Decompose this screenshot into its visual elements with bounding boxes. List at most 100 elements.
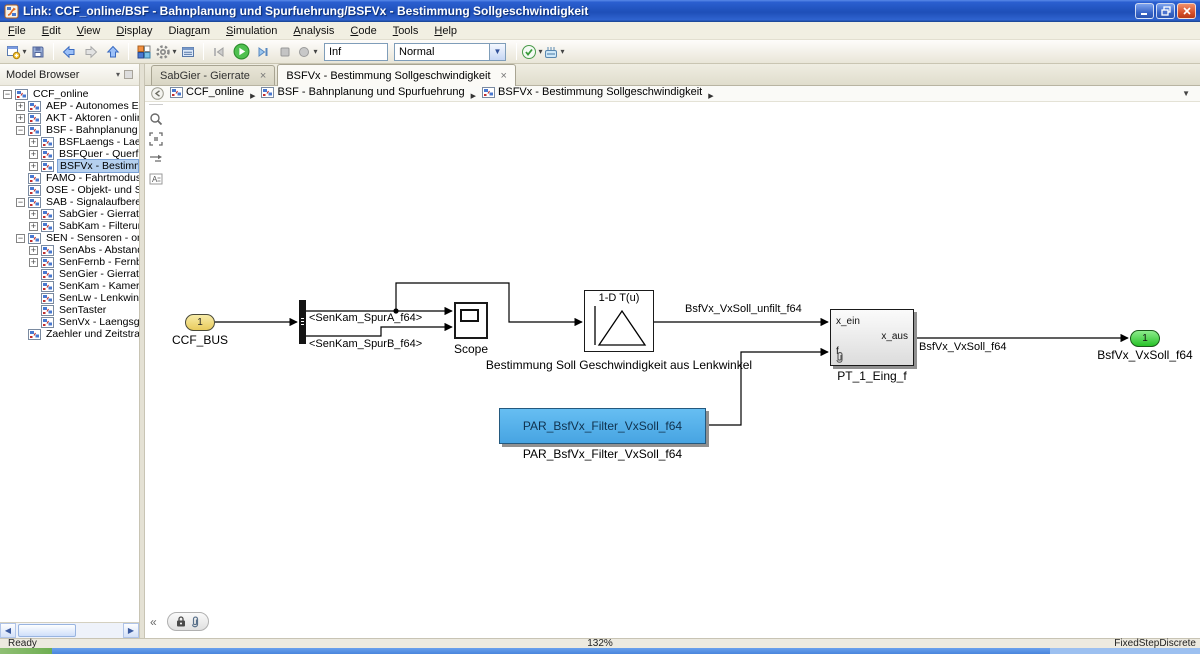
update-diagram-dropdown-icon[interactable]: ▾ [538,47,542,56]
simulation-mode-dropdown-icon[interactable]: ▾ [313,47,317,56]
collapse-bar-icon[interactable]: « [150,615,157,629]
minimize-button[interactable] [1135,3,1154,19]
run-button[interactable] [230,42,252,62]
tree-item[interactable]: +AKT - Aktoren - online [0,112,139,124]
browser-collapse-icon[interactable] [124,70,133,79]
pt1-subsystem-block[interactable]: x_ein f x_aus [830,309,914,366]
tree-item[interactable]: +BSFLaengs - Laengsfu [0,136,139,148]
breadcrumb-item[interactable]: BSFVx - Bestimmung Sollgeschwindigkeit [482,86,702,98]
diagram-canvas[interactable]: A [145,102,1200,638]
tab-close-icon[interactable]: × [260,71,266,81]
settings-gear-button[interactable]: ▾ [155,42,177,62]
bus-selector-block[interactable] [299,300,306,344]
expand-toggle[interactable]: + [16,114,25,123]
inport-block[interactable]: 1 [185,314,215,331]
scroll-left-icon[interactable]: ◀ [0,623,16,638]
menu-item-code[interactable]: Code [342,23,384,39]
browser-menu-icon[interactable]: ▾ [116,70,120,79]
link-paperclip-icon[interactable] [189,616,200,628]
menu-item-tools[interactable]: Tools [385,23,427,39]
simulation-mode-select[interactable]: Normal ▼ [394,43,506,61]
scroll-right-icon[interactable]: ▶ [123,623,139,638]
breadcrumb-item[interactable]: BSF - Bahnplanung und Spurfuehrung [261,86,464,98]
menu-item-analysis[interactable]: Analysis [285,23,342,39]
menu-item-help[interactable]: Help [426,23,465,39]
tab-active[interactable]: BSFVx - Bestimmung Sollgeschwindigkeit× [277,64,516,86]
menu-item-edit[interactable]: Edit [34,23,69,39]
collapse-toggle[interactable]: − [3,90,12,99]
tree-item[interactable]: +SabKam - Filterung Sp [0,220,139,232]
menu-item-diagram[interactable]: Diagram [160,23,218,39]
collapse-toggle[interactable]: − [16,234,25,243]
tree-item[interactable]: SenVx - Laengsgesch [0,316,139,328]
hardware-board-button[interactable]: ▾ [543,42,565,62]
expand-toggle[interactable]: + [29,162,38,171]
menu-item-view[interactable]: View [69,23,109,39]
hardware-dropdown-icon[interactable]: ▾ [560,47,564,56]
tree-item[interactable]: Zaehler und Zeitstrahl [0,328,139,340]
tree-item[interactable]: SenKam - Kamera [0,280,139,292]
tree-item[interactable]: +SabGier - Gierrate [0,208,139,220]
tree-item[interactable]: −SEN - Sensoren - online [0,232,139,244]
tree-item[interactable]: +SenAbs - Abstandsse [0,244,139,256]
zoom-tool-icon[interactable] [145,109,167,129]
tree-item[interactable]: −BSF - Bahnplanung und Sp [0,124,139,136]
breadcrumb-item[interactable]: CCF_online [170,86,244,98]
expand-toggle[interactable]: + [29,222,38,231]
expand-toggle[interactable]: + [29,258,38,267]
tab-inactive[interactable]: SabGier - Gierrate× [151,65,275,85]
tree-item[interactable]: −SAB - Signalaufbereitung [0,196,139,208]
breadcrumb-end-caret-icon[interactable]: ▼ [1182,89,1190,98]
parameter-constant-block[interactable]: PAR_BsfVx_Filter_VxSoll_f64 [499,408,706,444]
outport-block[interactable]: 1 [1130,330,1160,347]
back-button[interactable] [58,42,80,62]
simulation-mode-button[interactable]: ▾ [296,42,318,62]
close-button[interactable] [1177,3,1196,19]
expand-toggle[interactable]: + [16,102,25,111]
tree-item[interactable]: OSE - Objekt- und Spurer [0,184,139,196]
menu-item-file[interactable]: File [0,23,34,39]
signal-routing-icon[interactable] [145,149,167,169]
save-button[interactable] [27,42,49,62]
tree-item[interactable]: +BSFVx - Bestimmung S [0,160,139,172]
tree-item[interactable]: +AEP - Autonomes Einparke [0,100,139,112]
tree-item[interactable]: SenTaster [0,304,139,316]
stop-button[interactable] [274,42,296,62]
tree-item[interactable]: FAMO - Fahrtmodus [0,172,139,184]
select-arrow-icon[interactable]: ▼ [489,44,505,60]
library-browser-button[interactable] [133,42,155,62]
expand-toggle[interactable]: + [29,138,38,147]
settings-dropdown-icon[interactable]: ▾ [172,47,176,56]
model-configuration-button[interactable] [177,42,199,62]
menu-item-display[interactable]: Display [108,23,160,39]
tree-item[interactable]: −CCF_online [0,88,139,100]
scope-block[interactable] [454,302,488,339]
expand-toggle[interactable]: + [29,150,38,159]
new-model-button[interactable]: ▾ [5,42,27,62]
lock-icon[interactable] [176,616,186,627]
restore-button[interactable] [1156,3,1175,19]
step-forward-button[interactable] [252,42,274,62]
lookup-table-block[interactable]: 1-D T(u) [584,290,654,352]
fit-to-view-icon[interactable] [145,129,167,149]
expand-toggle[interactable]: + [29,210,38,219]
forward-button[interactable] [80,42,102,62]
breadcrumb-back-button[interactable] [151,87,164,100]
step-back-button[interactable] [208,42,230,62]
tree-item[interactable]: SenLw - Lenkwinkel [0,292,139,304]
annotation-icon[interactable]: A [145,169,167,189]
collapse-toggle[interactable]: − [16,126,25,135]
tree-item[interactable]: SenGier - Gierrate [0,268,139,280]
new-model-dropdown-icon[interactable]: ▾ [22,47,26,56]
collapse-toggle[interactable]: − [16,198,25,207]
stop-time-input[interactable] [324,43,388,61]
tab-close-icon[interactable]: × [501,71,507,81]
menu-item-simulation[interactable]: Simulation [218,23,285,39]
scrollbar-thumb[interactable] [18,624,76,637]
tree-item[interactable]: +SenFernb - Fernbedie [0,256,139,268]
expand-toggle[interactable]: + [29,246,38,255]
up-to-parent-button[interactable] [102,42,124,62]
update-diagram-button[interactable]: ▾ [521,42,543,62]
browser-horizontal-scrollbar[interactable]: ◀ ▶ [0,622,139,638]
scrollbar-track[interactable] [16,623,123,638]
